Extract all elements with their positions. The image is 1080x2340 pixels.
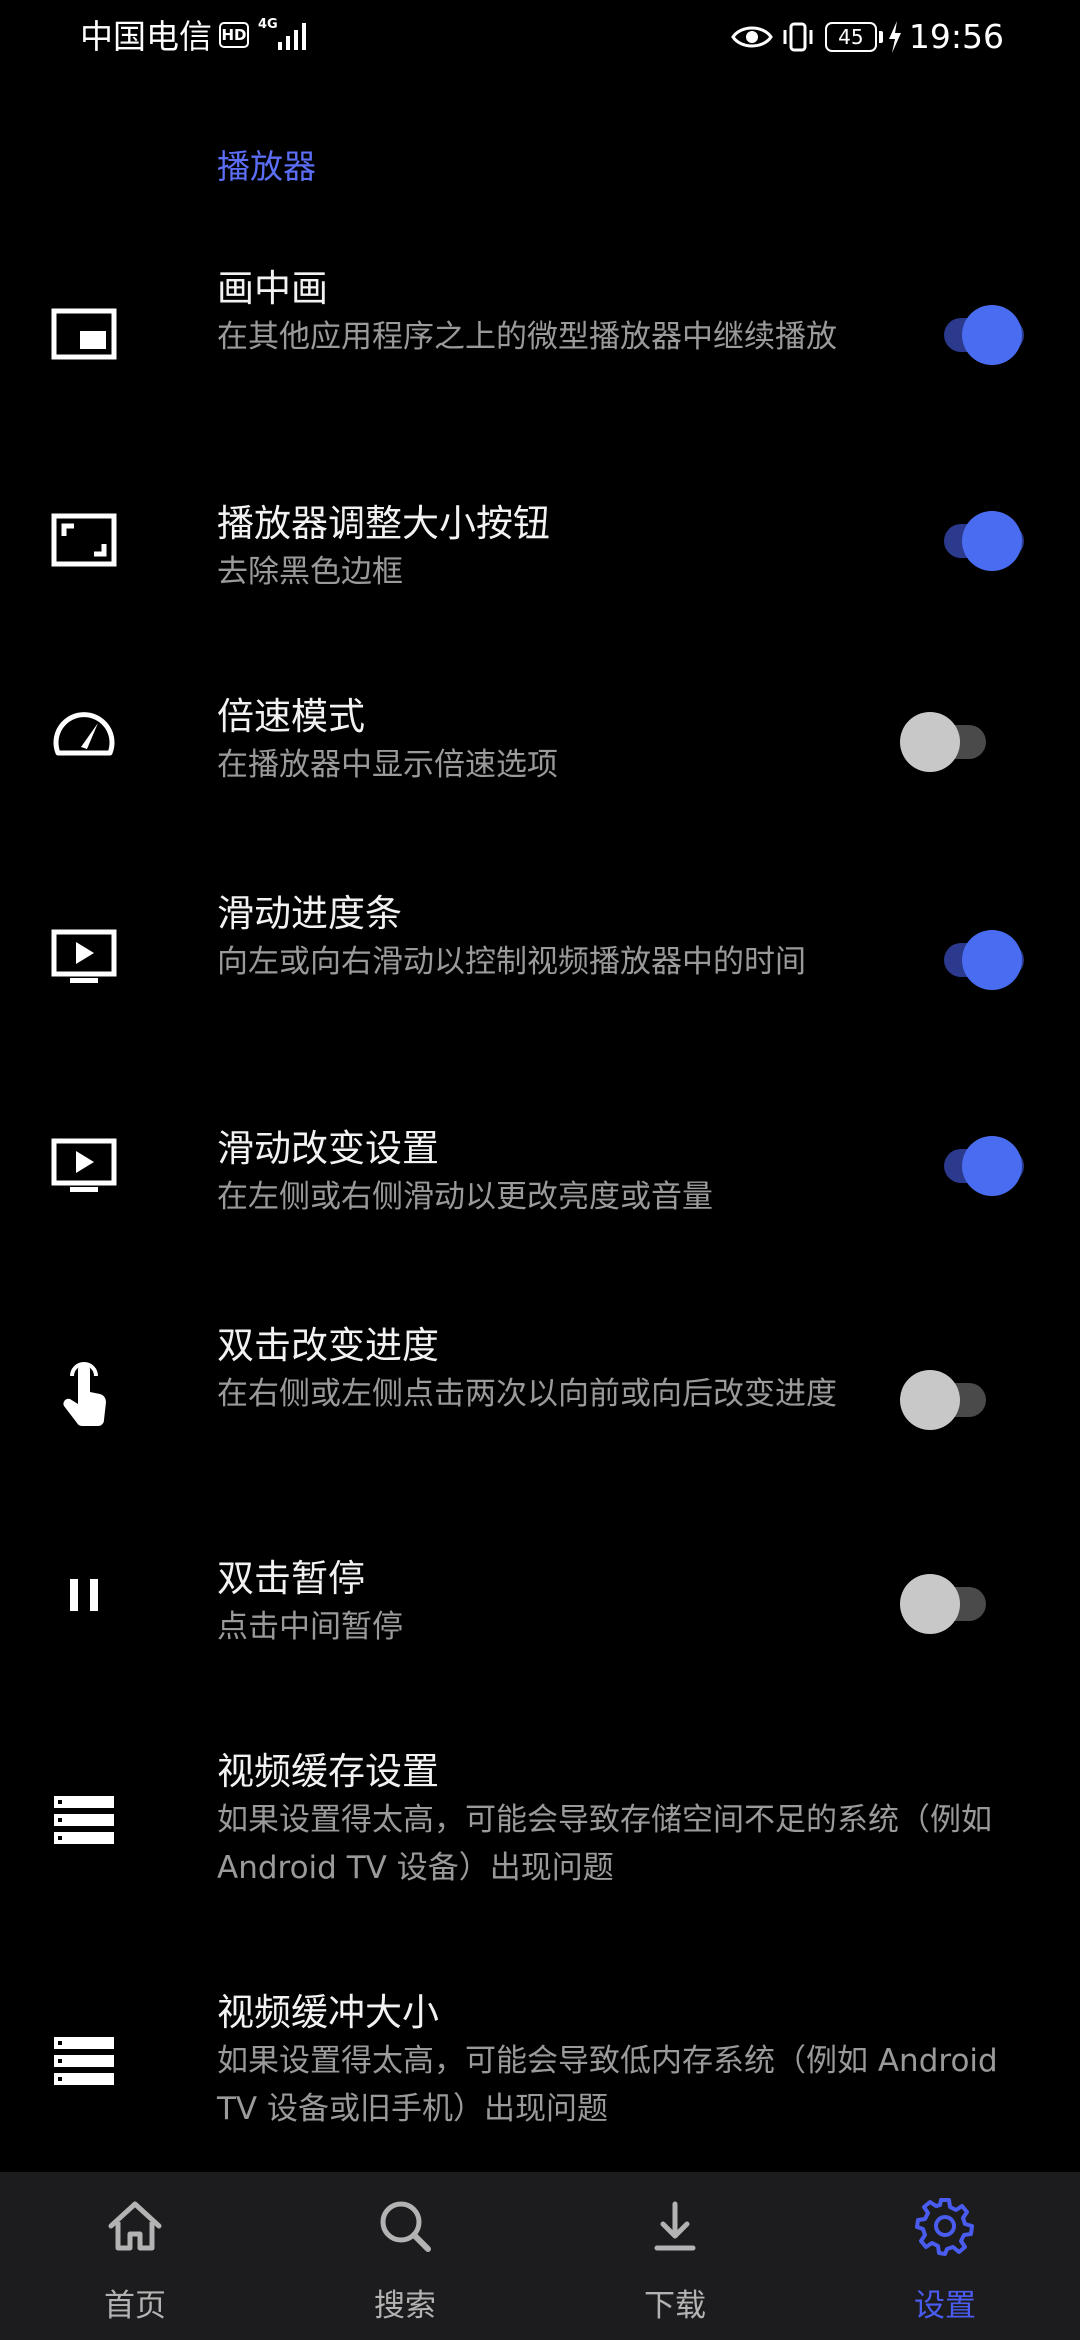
nav-label: 首页 [104,2288,166,2324]
vibrate-icon [783,22,813,52]
setting-title: 视频缓冲大小 [217,1991,439,2034]
gear-icon [915,2198,974,2256]
toggle-player-resize-button[interactable] [922,504,1024,574]
setting-title: 画中画 [217,267,328,310]
setting-description: 如果设置得太高，可能会导致低内存系统（例如 Android TV 设备或旧手机）… [217,2043,998,2127]
setting-title: 播放器调整大小按钮 [217,502,550,545]
tap-hand-icon [63,1362,107,1426]
setting-title: 滑动改变设置 [217,1127,439,1170]
play-screen-icon [51,1138,117,1192]
setting-text: 视频缓存设置 如果设置得太高，可能会导致存储空间不足的系统（例如 Android… [217,1748,1017,1892]
setting-text: 双击暂停 点击中间暂停 [217,1555,837,1651]
nav-label: 搜索 [374,2288,436,2324]
eye-icon [731,26,773,48]
charging-icon [888,21,901,53]
toggle-double-tap-pause[interactable] [900,1567,1000,1637]
nav-item-download[interactable]: 下载 [540,2172,810,2340]
setting-description: 在左侧或右侧滑动以更改亮度或音量 [217,1179,713,1215]
bottom-navigation: 首页 搜索 下载 设置 [0,2172,1080,2340]
setting-title: 滑动进度条 [217,892,402,935]
picture-in-picture-icon [51,308,117,360]
setting-text: 滑动改变设置 在左侧或右侧滑动以更改亮度或音量 [217,1125,837,1221]
setting-swipe-seek[interactable]: 滑动进度条 向左或向右滑动以控制视频播放器中的时间 [0,880,1080,1050]
setting-description: 点击中间暂停 [217,1609,403,1645]
setting-text: 双击改变进度 在右侧或左侧点击两次以向前或向后改变进度 [217,1322,837,1418]
clock: 19:56 [908,17,1004,56]
setting-text: 滑动进度条 向左或向右滑动以控制视频播放器中的时间 [217,890,837,986]
hd-badge: HD [219,22,249,48]
storage-list-icon [54,1796,114,1844]
setting-description: 如果设置得太高，可能会导致存储空间不足的系统（例如 Android TV 设备）… [217,1802,992,1886]
setting-text: 视频缓冲大小 如果设置得太高，可能会导致低内存系统（例如 Android TV … [217,1989,1017,2133]
setting-text: 倍速模式 在播放器中显示倍速选项 [217,693,837,789]
setting-video-cache[interactable]: 视频缓存设置 如果设置得太高，可能会导致存储空间不足的系统（例如 Android… [0,1738,1080,1908]
nav-item-search[interactable]: 搜索 [270,2172,540,2340]
carrier-name: 中国电信 [80,17,212,56]
setting-description: 在其他应用程序之上的微型播放器中继续播放 [217,319,837,355]
toggle-double-tap-seek[interactable] [900,1363,1000,1433]
nav-label: 设置 [914,2288,976,2324]
setting-video-buffer-size[interactable]: 视频缓冲大小 如果设置得太高，可能会导致低内存系统（例如 Android TV … [0,1979,1080,2149]
setting-text: 画中画 在其他应用程序之上的微型播放器中继续播放 [217,265,837,361]
nav-label: 下载 [644,2288,706,2324]
setting-title: 双击改变进度 [217,1324,439,1367]
search-icon [380,2201,431,2252]
status-icons: 45 19:56 [731,12,1004,62]
battery-level: 45 [824,22,877,52]
setting-title: 倍速模式 [217,695,365,738]
setting-title: 双击暂停 [217,1557,365,1600]
storage-list-icon [54,2037,114,2085]
battery-indicator: 45 [824,22,883,52]
toggle-picture-in-picture[interactable] [922,298,1024,368]
toggle-swipe-adjust[interactable] [922,1129,1024,1199]
speedometer-icon [53,712,115,756]
toggle-swipe-seek[interactable] [922,923,1024,993]
play-screen-icon [51,929,117,983]
battery-tip [878,31,883,43]
network-type: 4G [258,17,278,32]
setting-description: 向左或向右滑动以控制视频播放器中的时间 [217,944,806,980]
status-bar: 中国电信 HD 4G 45 19:56 [0,0,1080,74]
setting-description: 在播放器中显示倍速选项 [217,747,558,783]
setting-player-resize-button[interactable]: 播放器调整大小按钮 去除黑色边框 [0,490,1080,610]
setting-picture-in-picture[interactable]: 画中画 在其他应用程序之上的微型播放器中继续播放 [0,255,1080,425]
setting-speed-mode[interactable]: 倍速模式 在播放器中显示倍速选项 [0,683,1080,803]
section-title-player: 播放器 [217,147,316,186]
setting-description: 在右侧或左侧点击两次以向前或向后改变进度 [217,1376,837,1412]
setting-title: 视频缓存设置 [217,1750,439,1793]
download-icon [654,2201,696,2251]
nav-item-settings[interactable]: 设置 [810,2172,1080,2340]
setting-text: 播放器调整大小按钮 去除黑色边框 [217,500,837,596]
nav-item-home[interactable]: 首页 [0,2172,270,2340]
resize-frame-icon [51,513,117,567]
setting-double-tap-seek[interactable]: 双击改变进度 在右侧或左侧点击两次以向前或向后改变进度 [0,1312,1080,1482]
home-icon [108,2201,162,2251]
signal-icon [278,23,306,50]
setting-description: 去除黑色边框 [217,554,403,590]
toggle-speed-mode[interactable] [900,705,1000,775]
setting-double-tap-pause[interactable]: 双击暂停 点击中间暂停 [0,1545,1080,1665]
pause-icon [70,1579,98,1611]
setting-swipe-adjust[interactable]: 滑动改变设置 在左侧或右侧滑动以更改亮度或音量 [0,1115,1080,1235]
